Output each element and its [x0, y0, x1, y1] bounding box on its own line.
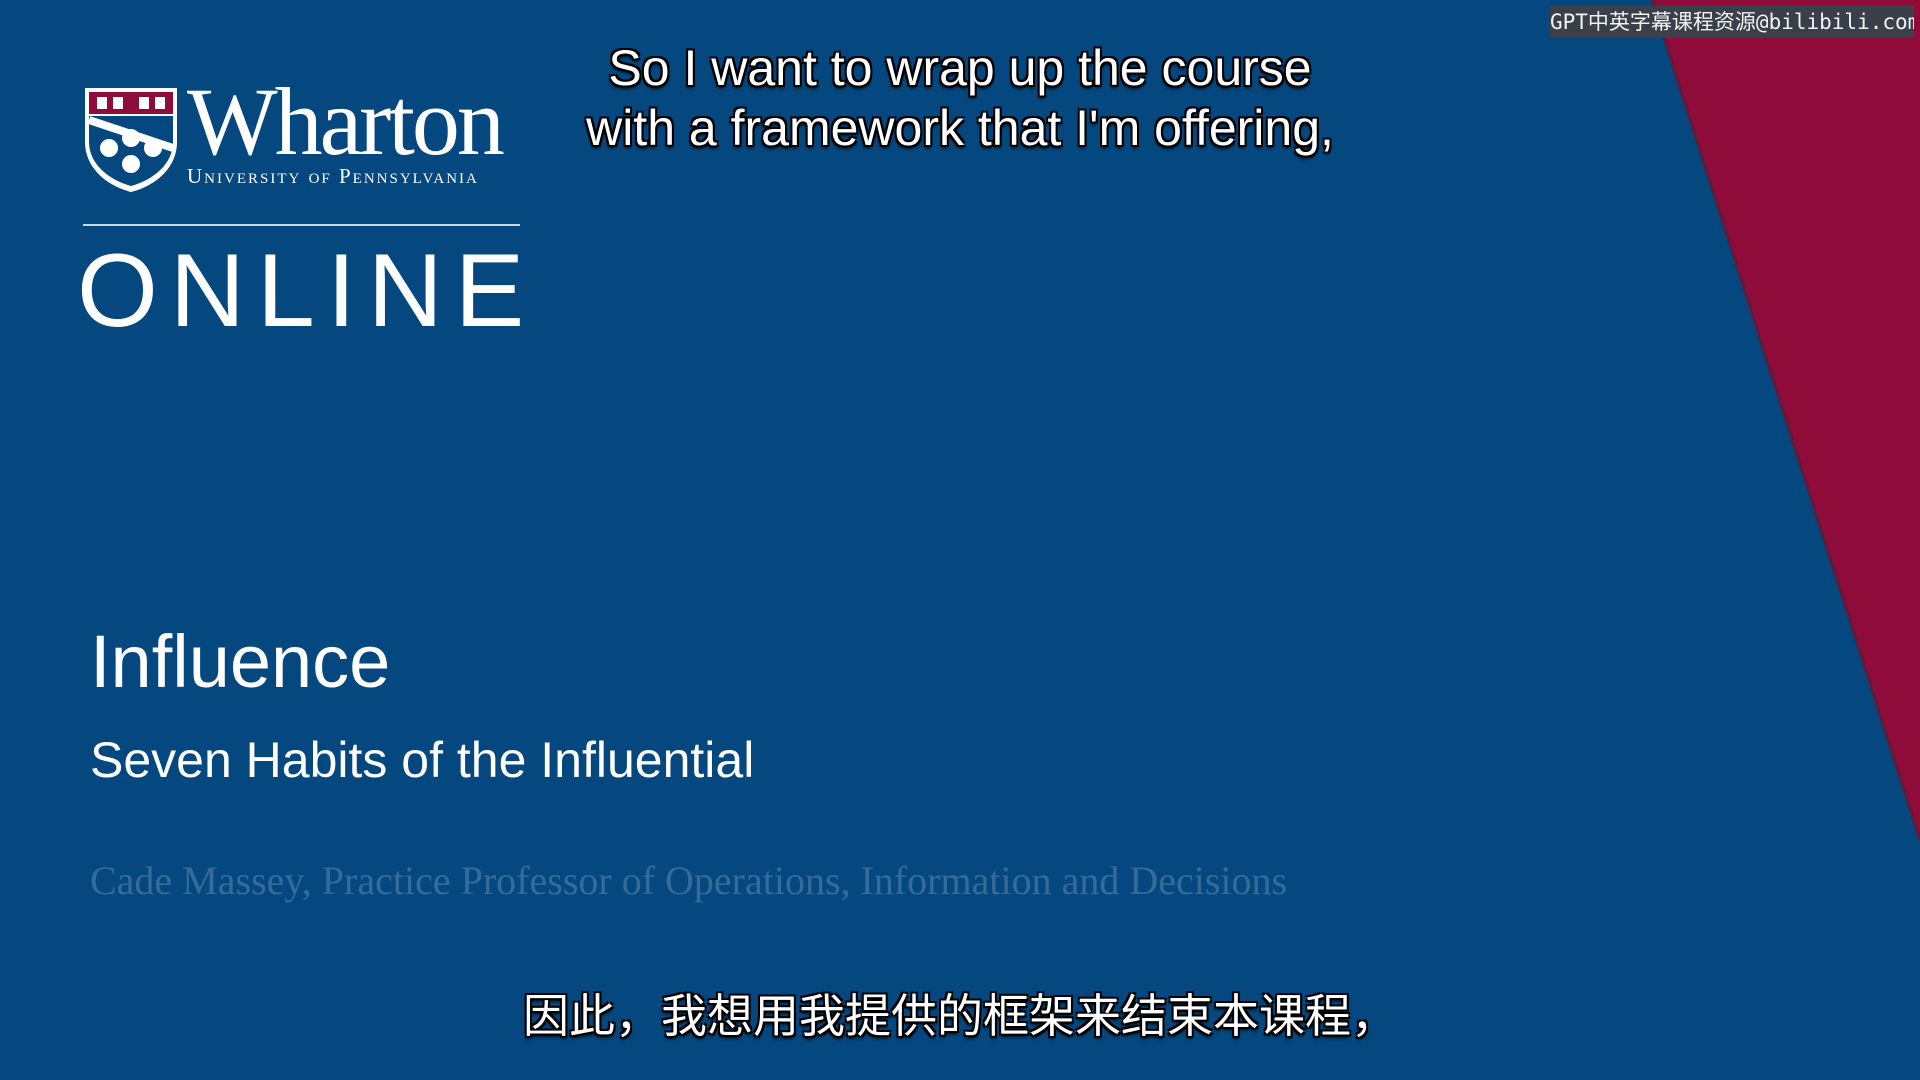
course-title: Influence [90, 620, 391, 703]
chinese-caption: 因此，我想用我提供的框架来结束本课程， [523, 989, 1397, 1043]
english-caption-line-1: So I want to wrap up the course [608, 40, 1312, 96]
watermark-label: GPT中英字幕课程资源@bilibili.com [1550, 6, 1914, 38]
english-caption: So I want to wrap up the course with a f… [0, 38, 1920, 158]
presenter-credit: Cade Massey, Practice Professor of Opera… [90, 858, 1288, 903]
logo-divider [83, 224, 520, 226]
course-subtitle: Seven Habits of the Influential [90, 732, 755, 788]
university-name: University of Pennsylvania [187, 164, 479, 188]
english-caption-line-2: with a framework that I'm offering, [586, 100, 1334, 156]
online-label: ONLINE [77, 233, 537, 349]
video-frame: GPT中英字幕课程资源@bilibili.com Wharton Univers… [0, 0, 1920, 1080]
